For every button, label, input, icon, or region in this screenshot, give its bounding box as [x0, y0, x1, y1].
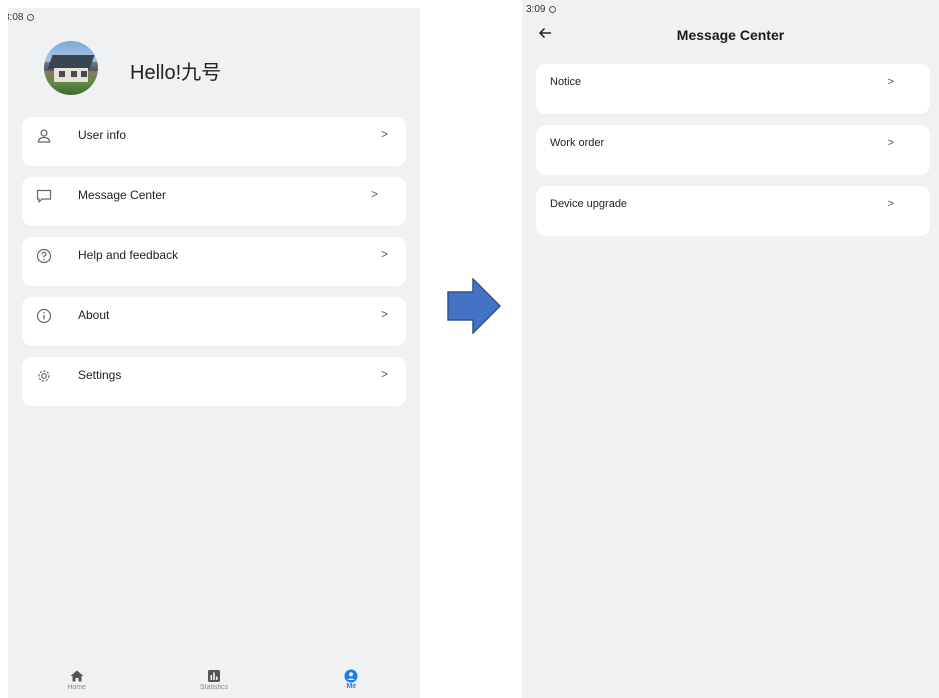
nav-label: Statistics — [199, 684, 228, 691]
settings-status-icon — [549, 6, 557, 13]
menu-item-user-info[interactable]: User info > — [22, 117, 406, 166]
home-icon — [70, 670, 84, 682]
list-item-label: Work order — [550, 137, 605, 149]
help-icon — [36, 248, 52, 264]
chevron-right-icon: > — [370, 187, 378, 201]
menu-item-help-feedback[interactable]: Help and feedback > — [22, 237, 406, 286]
nav-home[interactable]: Home — [8, 664, 145, 698]
menu-item-label: Help and feedback — [78, 248, 179, 262]
menu-item-about[interactable]: About > — [22, 297, 406, 346]
arrow-right-icon — [447, 278, 501, 334]
menu-item-message-center[interactable]: Message Center > — [22, 177, 406, 226]
status-time: 3:09 — [526, 4, 546, 15]
chevron-right-icon: > — [887, 137, 894, 149]
info-icon — [36, 308, 52, 324]
list-item-label: Device upgrade — [550, 198, 628, 210]
chevron-right-icon: > — [887, 76, 894, 88]
settings-status-icon — [27, 14, 35, 21]
message-icon — [36, 189, 52, 204]
menu-item-label: Message Center — [78, 188, 167, 202]
status-bar: 3:09 — [526, 4, 557, 15]
status-time: 3:08 — [8, 12, 24, 23]
bottom-navigation: Home Statistics Me — [8, 664, 420, 698]
chevron-right-icon: > — [380, 127, 388, 141]
nav-label: Home — [67, 684, 86, 691]
chevron-right-icon: > — [380, 247, 388, 261]
menu-item-label: About — [78, 308, 110, 322]
list-item-device-upgrade[interactable]: Device upgrade > — [536, 186, 930, 236]
gear-icon — [38, 370, 50, 382]
chevron-right-icon: > — [887, 198, 894, 210]
avatar[interactable] — [44, 41, 98, 95]
chevron-right-icon: > — [380, 367, 388, 381]
user-icon — [344, 669, 358, 683]
nav-statistics[interactable]: Statistics — [145, 664, 282, 698]
menu-item-label: Settings — [78, 368, 122, 382]
greeting-text: Hello!九号 — [130, 62, 222, 84]
divider — [420, 30, 424, 662]
menu-item-settings[interactable]: Settings > — [22, 357, 406, 406]
list-item-work-order[interactable]: Work order > — [536, 125, 930, 175]
user-icon — [37, 129, 51, 143]
menu-item-label: User info — [78, 128, 127, 142]
list-item-label: Notice — [550, 76, 582, 88]
status-bar: 3:08 — [8, 12, 35, 23]
nav-me[interactable]: Me — [283, 664, 420, 698]
list-item-notice[interactable]: Notice > — [536, 64, 930, 114]
page-title: Message Center — [676, 27, 785, 43]
me-screen: 3:08 Hello!九号 User info > Message Center… — [8, 8, 420, 698]
chevron-right-icon: > — [380, 307, 388, 321]
message-center-screen: 3:09 Message Center Notice > Work order … — [522, 0, 939, 698]
nav-label: Me — [346, 683, 357, 690]
statistics-icon — [207, 670, 220, 682]
